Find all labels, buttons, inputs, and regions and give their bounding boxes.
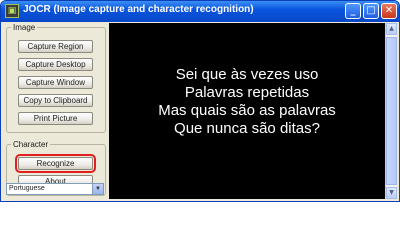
app-window: ▣ JOCR (Image capture and character reco… [0, 0, 400, 202]
vertical-scrollbar[interactable]: ▲ ▼ [385, 23, 397, 199]
image-text: Sei que às vezes uso Palavras repetidas … [109, 66, 385, 138]
maximize-button[interactable]: □ [363, 3, 379, 19]
image-group: Image Capture Region Capture Desktop Cap… [6, 23, 106, 133]
image-text-line: Que nunca são ditas? [174, 120, 320, 137]
scroll-down-icon[interactable]: ▼ [386, 187, 397, 199]
captured-image: Sei que às vezes uso Palavras repetidas … [109, 23, 385, 199]
recognize-button[interactable]: Recognize [15, 154, 96, 173]
close-button[interactable]: ✕ [381, 3, 397, 19]
language-select-value: Portuguese [9, 185, 45, 192]
chevron-down-icon[interactable]: ▼ [92, 184, 103, 194]
character-group-legend: Character [13, 140, 49, 149]
print-picture-button[interactable]: Print Picture [18, 112, 93, 125]
title-bar[interactable]: ▣ JOCR (Image capture and character reco… [1, 1, 399, 22]
image-text-line: Sei que às vezes uso [175, 66, 319, 83]
capture-region-button[interactable]: Capture Region [18, 40, 93, 53]
image-group-legend: Image [13, 23, 36, 32]
image-text-line: Mas quais são as palavras [158, 102, 336, 119]
app-icon: ▣ [5, 4, 19, 18]
scrollbar-thumb[interactable] [386, 37, 397, 185]
scroll-up-icon[interactable]: ▲ [386, 23, 397, 35]
language-select[interactable]: Portuguese ▼ [6, 183, 104, 195]
capture-desktop-button[interactable]: Capture Desktop [18, 58, 93, 71]
copy-to-clipboard-button[interactable]: Copy to Clipboard [18, 94, 93, 107]
minimize-button[interactable]: _ [345, 3, 361, 19]
image-text-line: Palavras repetidas [184, 84, 310, 101]
window-title: JOCR (Image capture and character recogn… [23, 4, 254, 15]
capture-window-button[interactable]: Capture Window [18, 76, 93, 89]
control-panel: Image Capture Region Capture Desktop Cap… [5, 23, 106, 199]
